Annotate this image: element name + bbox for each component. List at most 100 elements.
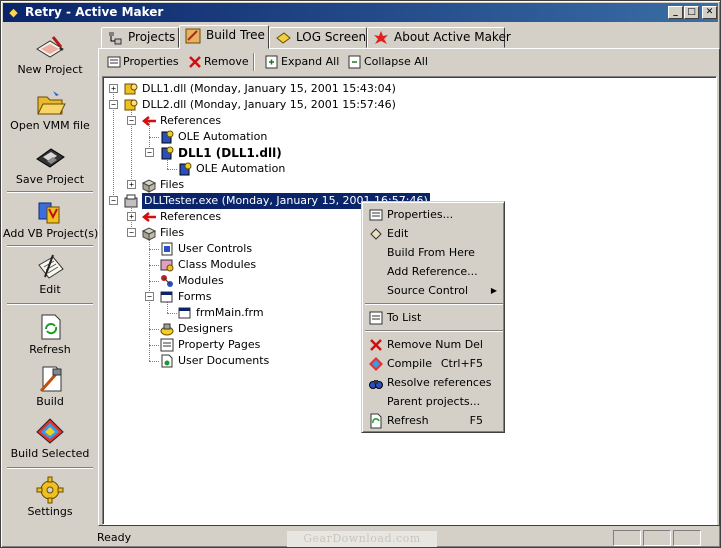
refresh-button[interactable]: Refresh xyxy=(3,311,97,356)
save-project-label: Save Project xyxy=(15,173,85,186)
add-vb-project-button[interactable]: Add VB Project(s) xyxy=(3,195,99,240)
menu-item-label: Resolve references xyxy=(387,376,492,389)
settings-button[interactable]: Settings xyxy=(3,473,97,518)
menu-item-add-reference[interactable]: Add Reference... xyxy=(365,262,503,281)
collapse-all-label: Collapse All xyxy=(364,55,428,68)
collapse-all-button[interactable]: Collapse All xyxy=(346,52,428,72)
remove-button[interactable]: Remove xyxy=(186,52,249,72)
tree-guide xyxy=(149,265,159,266)
menu-item-to-list[interactable]: To List xyxy=(365,308,503,327)
tree-node-label: DLL2.dll (Monday, January 15, 2001 15:57… xyxy=(142,98,396,111)
menu-item-label: Build From Here xyxy=(387,246,475,259)
menu-item-properties[interactable]: Properties... xyxy=(365,205,503,224)
files-box-icon xyxy=(141,227,157,241)
menu-item-label: Source Control xyxy=(387,284,469,297)
tree-node-label: frmMain.frm xyxy=(196,306,264,319)
submenu-arrow-icon: ▶ xyxy=(490,286,497,295)
side-separator xyxy=(7,191,93,193)
exe-project-icon xyxy=(124,194,138,208)
dll-project-icon xyxy=(124,83,138,95)
new-project-button[interactable]: New Project xyxy=(3,31,97,76)
about-burst-icon xyxy=(374,31,388,44)
menu-item-remove[interactable]: Remove Num Del xyxy=(365,335,503,354)
close-button[interactable]: ✕ xyxy=(702,6,717,19)
tree-node-label: OLE Automation xyxy=(178,130,268,143)
tree-toolbar: Properties Remove Expand All Collapse Al… xyxy=(101,51,715,73)
toolbar-separator xyxy=(253,53,255,71)
expand-toggle[interactable]: + xyxy=(127,180,136,189)
menu-item-edit[interactable]: Edit xyxy=(365,224,503,243)
properties-button[interactable]: Properties xyxy=(105,52,179,72)
menu-item-compile[interactable]: Compile Ctrl+F5 xyxy=(365,354,503,373)
side-separator xyxy=(7,303,93,305)
tree-node-label: Class Modules xyxy=(178,258,257,271)
app-window: ◆ Retry - Active Maker _ □ ✕ New Project… xyxy=(0,0,721,548)
references-arrow-icon xyxy=(141,116,156,126)
menu-item-label: Edit xyxy=(387,227,409,240)
settings-gear-icon xyxy=(36,476,64,504)
tab-log-screen[interactable]: LOG Screen xyxy=(269,27,367,48)
library-reference-icon xyxy=(161,130,174,144)
tree-node-label: Property Pages xyxy=(178,338,261,351)
build-selected-button[interactable]: Build Selected xyxy=(3,415,97,460)
user-control-icon xyxy=(161,242,173,256)
tree-node-label: Modules xyxy=(178,274,224,287)
tab-build-tree-label: Build Tree xyxy=(206,28,265,42)
tab-about-label: About Active Maker xyxy=(394,30,511,44)
class-module-icon xyxy=(160,259,174,272)
tab-about[interactable]: About Active Maker xyxy=(367,27,511,48)
collapse-toggle[interactable]: − xyxy=(109,196,118,205)
tree-node-label: References xyxy=(160,114,222,127)
menu-item-shortcut: F5 xyxy=(469,414,483,427)
title-bar[interactable]: ◆ Retry - Active Maker _ □ ✕ xyxy=(3,3,718,22)
menu-separator xyxy=(365,330,503,332)
save-disk-icon xyxy=(36,148,65,168)
status-pane xyxy=(613,530,641,546)
tree-guide xyxy=(149,345,159,346)
properties-label: Properties xyxy=(123,55,179,68)
open-vmm-label: Open VMM file xyxy=(10,119,90,132)
menu-item-label: Compile xyxy=(387,357,432,370)
compile-icon xyxy=(369,357,383,371)
expand-toggle[interactable]: + xyxy=(127,212,136,221)
edit-button[interactable]: Edit xyxy=(3,251,97,296)
menu-item-parent-projects[interactable]: Parent projects... xyxy=(365,392,503,411)
remove-x-icon xyxy=(370,339,382,351)
user-document-icon xyxy=(161,354,173,368)
tree-node-label: Designers xyxy=(178,322,233,335)
remove-label: Remove xyxy=(204,55,249,68)
module-icon xyxy=(161,275,173,287)
minimize-button[interactable]: _ xyxy=(668,6,683,19)
menu-item-build-from-here[interactable]: Build From Here xyxy=(365,243,503,262)
menu-item-resolve-references[interactable]: Resolve references xyxy=(365,373,503,392)
tab-projects[interactable]: Projects xyxy=(101,27,179,48)
maximize-button[interactable]: □ xyxy=(684,6,699,19)
remove-x-icon xyxy=(189,56,201,68)
menu-item-source-control[interactable]: Source Control ▶ xyxy=(365,281,503,300)
add-vb-project-label: Add VB Project(s) xyxy=(3,227,99,240)
collapse-toggle[interactable]: − xyxy=(145,148,154,157)
menu-separator xyxy=(365,303,503,305)
tree-guide xyxy=(149,281,159,282)
expand-toggle[interactable]: + xyxy=(109,84,118,93)
collapse-toggle[interactable]: − xyxy=(145,292,154,301)
log-screen-icon xyxy=(276,32,291,44)
collapse-toggle[interactable]: − xyxy=(127,116,136,125)
build-button[interactable]: Build xyxy=(3,363,97,408)
expand-all-icon xyxy=(265,55,278,69)
collapse-toggle[interactable]: − xyxy=(109,100,118,109)
collapse-toggle[interactable]: − xyxy=(127,228,136,237)
app-icon: ◆ xyxy=(9,6,18,19)
expand-all-button[interactable]: Expand All xyxy=(263,52,339,72)
binoculars-icon xyxy=(369,380,383,389)
menu-item-refresh[interactable]: Refresh F5 xyxy=(365,411,503,430)
open-vmm-button[interactable]: Open VMM file xyxy=(3,87,97,132)
tree-node-label: User Controls xyxy=(178,242,253,255)
tab-strip: Projects Build Tree LOG Screen About Act… xyxy=(99,25,719,49)
tab-build-tree[interactable]: Build Tree xyxy=(179,25,269,49)
tree-node-label: User Documents xyxy=(178,354,270,367)
new-project-label: New Project xyxy=(17,63,83,76)
save-project-button[interactable]: Save Project xyxy=(3,141,97,186)
side-separator xyxy=(7,467,93,469)
status-text: Ready xyxy=(97,531,132,544)
